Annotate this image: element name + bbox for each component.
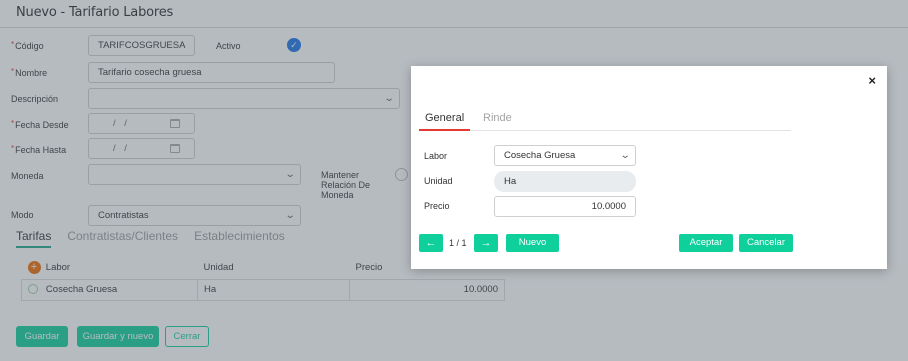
dialog-labor-select[interactable]: Cosecha Gruesa ⌄ bbox=[494, 145, 636, 166]
close-icon[interactable]: × bbox=[868, 73, 876, 88]
tab-general[interactable]: General bbox=[419, 111, 471, 131]
dialog-tabs: General Rinde bbox=[419, 111, 791, 131]
arrow-left-icon[interactable]: ← bbox=[419, 234, 443, 252]
dialog-labor-label: Labor bbox=[424, 151, 448, 161]
dialog-labor-value: Cosecha Gruesa bbox=[504, 150, 576, 161]
aceptar-button[interactable]: Aceptar bbox=[679, 234, 733, 252]
tarifa-detail-dialog: × General Rinde Labor Cosecha Gruesa ⌄ U… bbox=[411, 66, 887, 269]
chevron-down-icon: ⌄ bbox=[619, 150, 631, 161]
dialog-unidad-field: Ha bbox=[494, 171, 636, 192]
tab-rinde[interactable]: Rinde bbox=[477, 111, 518, 131]
arrow-right-icon[interactable]: → bbox=[474, 234, 498, 252]
dialog-unidad-label: Unidad bbox=[424, 176, 453, 186]
dialog-precio-input[interactable]: 10.0000 bbox=[494, 196, 636, 217]
dialog-precio-label: Precio bbox=[424, 201, 450, 211]
dialog-pager: 1 / 1 bbox=[449, 238, 467, 248]
nuevo-button[interactable]: Nuevo bbox=[506, 234, 559, 252]
cancelar-button[interactable]: Cancelar bbox=[739, 234, 793, 252]
